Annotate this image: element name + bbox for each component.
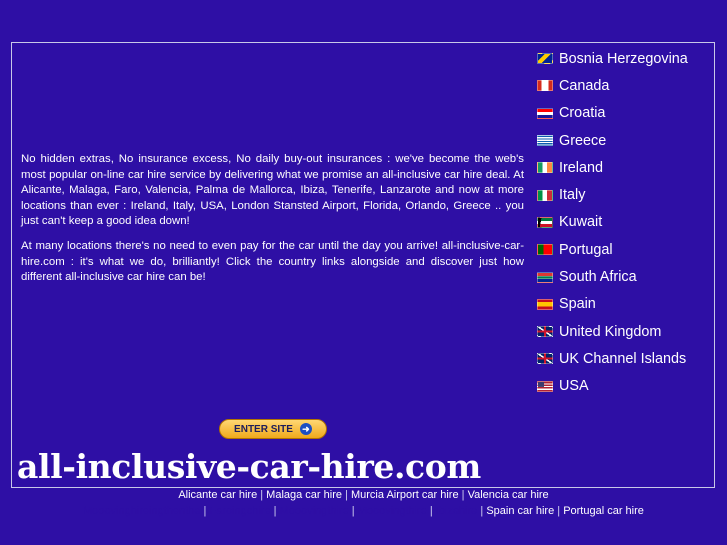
footer-link-faded[interactable]: Faroingchire (209, 505, 270, 517)
country-label: Canada (559, 77, 610, 94)
country-link-spain[interactable]: Spain (537, 291, 715, 318)
country-label: USA (559, 378, 589, 395)
intro-paragraph-1: No hidden extras, No insurance excess, N… (21, 153, 524, 228)
footer-separator: | (342, 489, 351, 501)
portugal-flag-icon (537, 244, 553, 256)
country-link-bosnia[interactable]: Bosnia Herzegovina (537, 45, 715, 72)
arrow-right-icon: ➜ (299, 423, 312, 435)
footer-links-row-1: Alicante car hire | Malaga car hire | Mu… (0, 489, 727, 501)
footer-separator: | (458, 489, 468, 501)
footer-link-faded[interactable]: Mooovingthire (358, 505, 427, 517)
country-label: Kuwait (559, 214, 603, 231)
country-label: Portugal (559, 241, 613, 258)
footer-separator: | (554, 505, 564, 517)
uk-flag-icon (537, 353, 553, 365)
footer-links-row-2: Mooovinghireingthenthe | Faroingchire | … (0, 505, 727, 517)
country-link-usa[interactable]: USA (537, 373, 715, 400)
italy-flag-icon (537, 189, 553, 201)
intro-text: No hidden extras, No insurance excess, N… (21, 152, 524, 295)
footer-separator: | (477, 505, 487, 517)
footer-separator: | (426, 505, 436, 517)
footer-link-spain[interactable]: Spain car hire (486, 505, 554, 517)
enter-site-button[interactable]: ENTER SITE ➜ (219, 419, 327, 439)
country-link-kuwait[interactable]: Kuwait (537, 209, 715, 236)
footer-separator: | (257, 489, 267, 501)
croatia-flag-icon (537, 107, 553, 119)
spain-flag-icon (537, 298, 553, 310)
footer-link-valencia[interactable]: Valencia car hire (468, 489, 549, 501)
country-link-canada[interactable]: Canada (537, 72, 715, 99)
country-link-italy[interactable]: Italy (537, 181, 715, 208)
country-link-greece[interactable]: Greece (537, 127, 715, 154)
country-link-uk-channel-islands[interactable]: UK Channel Islands (537, 345, 715, 372)
footer-link-murcia[interactable]: Murcia Airport car hire (351, 489, 459, 501)
country-label: Bosnia Herzegovina (559, 50, 688, 67)
usa-flag-icon (537, 380, 553, 392)
footer-link-faded[interactable]: Mooovingthire (280, 505, 349, 517)
uk-flag-icon (537, 326, 553, 338)
footer-link-faded[interactable]: Ibizahire (436, 505, 478, 517)
country-label: UK Channel Islands (559, 350, 687, 367)
canada-flag-icon (537, 80, 553, 92)
enter-site-label: ENTER SITE (234, 423, 293, 435)
country-label: United Kingdom (559, 323, 662, 340)
bosnia-flag-icon (537, 53, 553, 65)
intro-paragraph-2: At many locations there's no need to eve… (21, 239, 524, 284)
kuwait-flag-icon (537, 216, 553, 228)
country-label: Greece (559, 132, 607, 149)
footer-separator: | (270, 505, 280, 517)
country-link-united-kingdom[interactable]: United Kingdom (537, 318, 715, 345)
country-label: Italy (559, 187, 586, 204)
footer-separator: | (348, 505, 358, 517)
footer-link-alicante[interactable]: Alicante car hire (178, 489, 257, 501)
country-link-ireland[interactable]: Ireland (537, 154, 715, 181)
greece-flag-icon (537, 135, 553, 147)
country-label: Croatia (559, 105, 606, 122)
site-logo: all-inclusive-car-hire.com (17, 447, 481, 486)
footer-link-malaga[interactable]: Malaga car hire (266, 489, 342, 501)
country-link-croatia[interactable]: Croatia (537, 100, 715, 127)
country-link-portugal[interactable]: Portugal (537, 236, 715, 263)
country-label: Ireland (559, 159, 604, 176)
south-africa-flag-icon (537, 271, 553, 283)
country-link-south-africa[interactable]: South Africa (537, 263, 715, 290)
footer-link-faded[interactable]: Mooovinghireingthenthe (83, 505, 200, 517)
footer-link-portugal[interactable]: Portugal car hire (563, 505, 644, 517)
country-label: South Africa (559, 269, 637, 286)
country-list: Bosnia Herzegovina Canada Croatia Greece… (537, 45, 715, 400)
ireland-flag-icon (537, 162, 553, 174)
country-label: Spain (559, 296, 596, 313)
